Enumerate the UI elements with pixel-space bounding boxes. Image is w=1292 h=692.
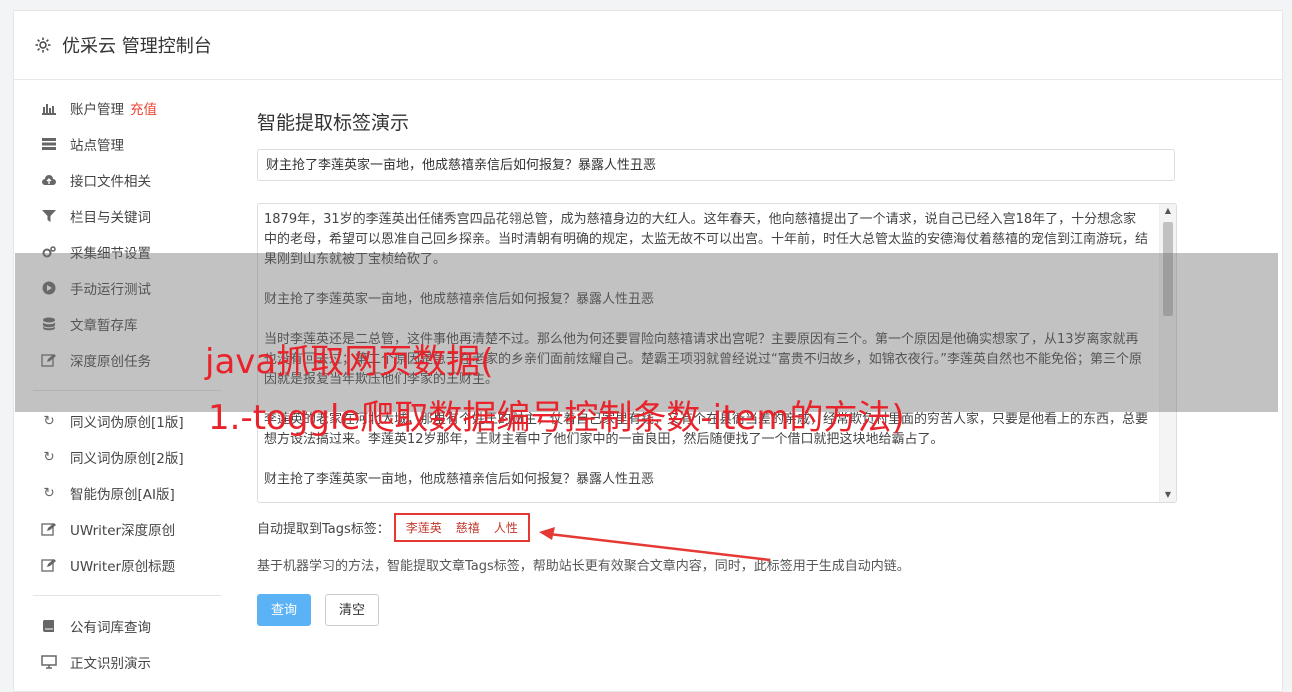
sidebar-item-label: 接口文件相关 — [70, 174, 151, 190]
sidebar-item-label: 公有词库查询 — [70, 620, 151, 636]
query-button[interactable]: 查询 — [257, 594, 311, 626]
annotation-arrow — [539, 527, 771, 562]
sidebar-item-uwriter-title[interactable]: UWriter原创标题 — [40, 547, 210, 583]
action-buttons: 查询 清空 — [257, 594, 1177, 626]
refresh-icon: ↻ — [43, 449, 55, 465]
article-title-input[interactable]: 财主抢了李莲英家一亩地，他成慈禧亲信后如何报复？暴露人性丑恶 — [257, 149, 1175, 181]
sidebar-item-ai-rewrite[interactable]: ↻ 智能伪原创[AI版] — [40, 475, 210, 511]
sidebar-item-label: 站点管理 — [70, 138, 124, 154]
sidebar-item-uwriter-deep[interactable]: UWriter深度原创 — [40, 511, 210, 547]
panel-header: 优采云 管理控制台 — [14, 11, 1282, 80]
watermark-overlay — [15, 253, 1278, 412]
content-paragraph: 财主抢了李莲英家一亩地，他成慈禧亲信后如何报复？暴露人性丑恶 — [264, 472, 655, 487]
sidebar-item-label: 智能伪原创[AI版] — [70, 487, 175, 503]
clear-button[interactable]: 清空 — [325, 594, 379, 626]
overlay-title-line2: 1.-toggle爬取数据编号控制条数-item的方法) — [208, 398, 905, 438]
recharge-link[interactable]: 充值 — [130, 98, 157, 118]
sidebar-item-label: 同义词伪原创[2版] — [70, 451, 184, 467]
page-title: 优采云 管理控制台 — [62, 36, 212, 57]
sidebar-item-account[interactable]: 账户管理 充值 — [40, 90, 210, 126]
sidebar-item-categories[interactable]: 栏目与关键词 — [40, 198, 210, 234]
sidebar-item-label: UWriter原创标题 — [70, 559, 176, 575]
tag-item: 李莲英 — [405, 520, 442, 535]
scroll-down-icon[interactable]: ▼ — [1160, 488, 1176, 502]
sidebar-item-label: 正文识别演示 — [70, 656, 151, 672]
sidebar-item-label: 栏目与关键词 — [70, 210, 151, 226]
monitor-icon — [40, 654, 58, 670]
tag-item: 人性 — [493, 520, 518, 535]
overlay-title-line1: java抓取网页数据( — [205, 342, 494, 382]
sidebar-item-label: 账户管理 — [70, 102, 124, 118]
server-icon — [40, 136, 58, 152]
sidebar-item-public-lexicon[interactable]: 公有词库查询 — [40, 608, 210, 644]
filter-icon — [40, 208, 58, 224]
book-icon — [40, 618, 58, 634]
tags-label: 自动提取到Tags标签： — [257, 521, 390, 537]
sidebar-item-synonym-v2[interactable]: ↻ 同义词伪原创[2版] — [40, 439, 210, 475]
cloud-upload-icon — [40, 172, 58, 188]
bar-chart-icon — [40, 100, 58, 116]
scroll-up-icon[interactable]: ▲ — [1160, 204, 1176, 218]
gear-icon — [34, 36, 52, 54]
edit-icon — [40, 557, 58, 573]
section-heading: 智能提取标签演示 — [257, 112, 410, 134]
sidebar-item-api-files[interactable]: 接口文件相关 — [40, 162, 210, 198]
sidebar-item-text-recognition[interactable]: 正文识别演示 — [40, 644, 210, 680]
sidebar-item-label: UWriter深度原创 — [70, 523, 176, 539]
edit-icon — [40, 521, 58, 537]
refresh-icon: ↻ — [43, 413, 55, 429]
tags-highlight-box: 李莲英 慈禧 人性 — [393, 512, 530, 542]
refresh-icon: ↻ — [43, 485, 55, 501]
tag-item: 慈禧 — [455, 520, 480, 535]
sidebar-item-sites[interactable]: 站点管理 — [40, 126, 210, 162]
sidebar-divider — [33, 595, 221, 596]
sidebar-item-label: 同义词伪原创[1版] — [70, 415, 184, 431]
